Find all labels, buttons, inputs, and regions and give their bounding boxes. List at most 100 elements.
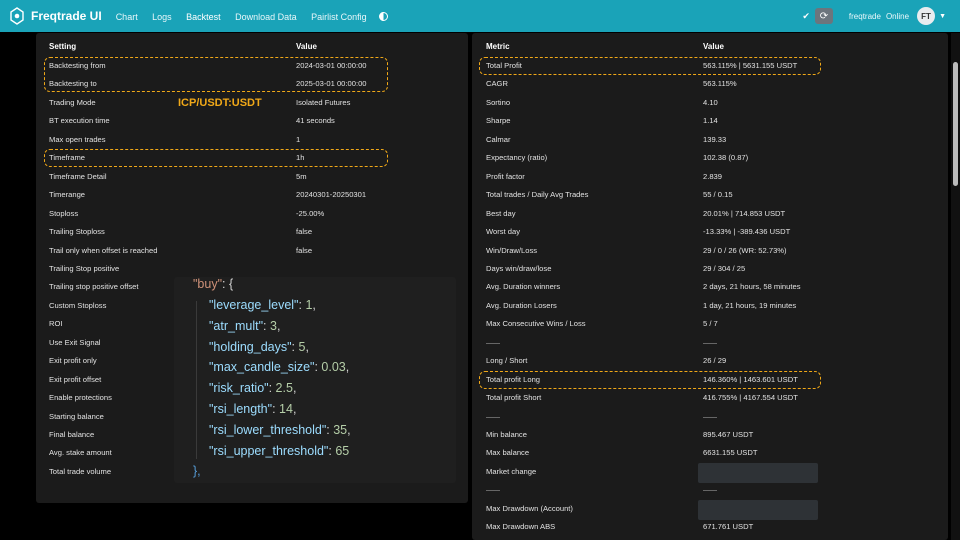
metric-label: Worst day [486,227,521,237]
metric-value: 4.10 [703,97,718,107]
setting-label: Trail only when offset is reached [49,245,158,255]
refresh-button[interactable]: ⟳ [814,8,833,24]
metric-value: 2 days, 21 hours, 58 minutes [703,282,801,292]
code-param-line: "max_candle_size": 0.03, [209,360,349,374]
param-colon: : [272,402,280,416]
metric-label: Total trades / Daily Avg Trades [486,190,589,200]
metrics-header-metric: Metric [486,42,510,51]
metric-value: 563.115% [703,79,737,89]
metric-value: -13.33% | -389.436 USDT [703,227,791,237]
code-buy-key: "buy" [193,277,223,291]
nav-chart[interactable]: Chart [116,12,138,22]
setting-value: false [296,245,313,255]
metric-label: Min balance [486,430,527,439]
settings-header-value: Value [296,42,317,51]
param-comma: , [292,381,297,396]
param-key: "atr_mult" [209,318,264,333]
setting-label: Starting balance [49,411,104,421]
setting-label: Timeframe Detail [49,171,107,181]
navbar-right: ✔ ⟳ freqtrade Online FT ▼ [802,0,960,32]
metric-label: Best day [486,208,516,218]
param-key: "rsi_length" [209,402,273,416]
param-colon: : [268,381,276,396]
max-drawdown-account-box [698,500,818,520]
nav-backtest[interactable]: Backtest [186,12,221,22]
freqtrade-logo-icon[interactable] [9,7,25,25]
code-buy-open: : { [222,277,234,291]
setting-label: Exit profit only [49,356,97,366]
setting-label: Stoploss [49,208,79,218]
highlight-backtest-range [44,57,388,92]
metric-label: Calmar [486,134,511,144]
param-colon: : [263,318,270,333]
setting-value: 5m [296,171,307,181]
param-key: "max_candle_size" [209,360,315,375]
setting-label: Trading Mode [49,97,96,107]
bot-name: freqtrade [848,11,881,21]
param-comma: , [305,339,309,354]
code-param-line: "rsi_upper_threshold": 65 [209,444,349,458]
separator-dash [486,490,500,492]
param-value: 14 [279,402,293,416]
code-param-line: "holding_days": 5, [209,340,309,354]
setting-value: 20240301-20250301 [296,190,367,200]
chevron-down-icon[interactable]: ▼ [939,13,946,20]
setting-value: 41 seconds [296,116,335,126]
metric-value: 895.467 USDT [703,430,754,439]
code-param-line: "leverage_level": 1, [209,298,316,312]
metric-value: 1 day, 21 hours, 19 minutes [703,300,797,310]
metric-label: Total profit Short [486,393,542,403]
param-comma: , [292,402,297,416]
param-key: "rsi_upper_threshold" [209,443,329,458]
code-param-line: "rsi_length": 14, [209,402,296,416]
theme-toggle-icon[interactable] [378,11,388,21]
metric-value: 55 / 0.15 [703,190,733,200]
metric-value: 139.33 [703,134,727,144]
param-value: 2.5 [275,381,293,396]
settings-header-setting: Setting [49,42,77,51]
setting-label: Trailing Stoploss [49,227,105,237]
highlight-timeframe [44,149,388,167]
metric-label: Max Consecutive Wins / Loss [486,319,586,329]
separator-dash [486,342,500,344]
metric-label: Avg. Duration winners [486,282,561,292]
param-value: 3 [269,318,277,333]
setting-label: Exit profit offset [49,374,102,384]
metric-value: 6631.155 USDT [703,448,758,458]
param-key: "leverage_level" [209,298,299,312]
metric-label: Max Drawdown ABS [486,522,556,532]
metric-label: Sortino [486,97,511,107]
highlight-total-profit-long [479,371,821,389]
metric-label: Max balance [486,448,530,458]
setting-value: Isolated Futures [296,97,351,107]
metric-label: CAGR [486,79,508,89]
app-title[interactable]: Freqtrade UI [31,9,102,23]
nav-logs[interactable]: Logs [152,12,172,22]
metric-value: 29 / 304 / 25 [703,263,746,273]
separator-dash [703,342,717,344]
metric-value: 1.14 [703,116,718,126]
param-colon: : [291,339,299,354]
user-avatar[interactable]: FT [917,7,936,25]
nav-download-data[interactable]: Download Data [235,12,297,22]
metric-label: Days win/draw/lose [486,263,552,273]
setting-label: ROI [49,319,63,329]
metric-label: Sharpe [486,116,511,126]
setting-label: Trailing Stop positive [49,263,120,273]
setting-label: Total trade volume [49,466,112,476]
code-param-line: "risk_ratio": 2.5, [209,381,296,395]
navbar: Freqtrade UI Chart Logs Backtest Downloa… [0,0,960,32]
scrollbar-thumb[interactable] [953,62,958,186]
metric-value: 2.839 [703,171,723,181]
param-comma: , [345,360,350,375]
code-line-buy: "buy": { [193,277,233,291]
code-line-close: }, [193,464,201,478]
highlight-total-profit [479,57,821,75]
metric-value: 671.761 USDT [703,522,754,532]
code-close: }, [193,464,201,478]
market-change-value-box [698,463,818,483]
code-param-line: "rsi_lower_threshold": 35, [209,423,351,437]
metric-value: 102.38 (0.87) [703,153,749,163]
setting-value: 1 [296,134,301,144]
nav-pairlist-config[interactable]: Pairlist Config [311,12,367,22]
